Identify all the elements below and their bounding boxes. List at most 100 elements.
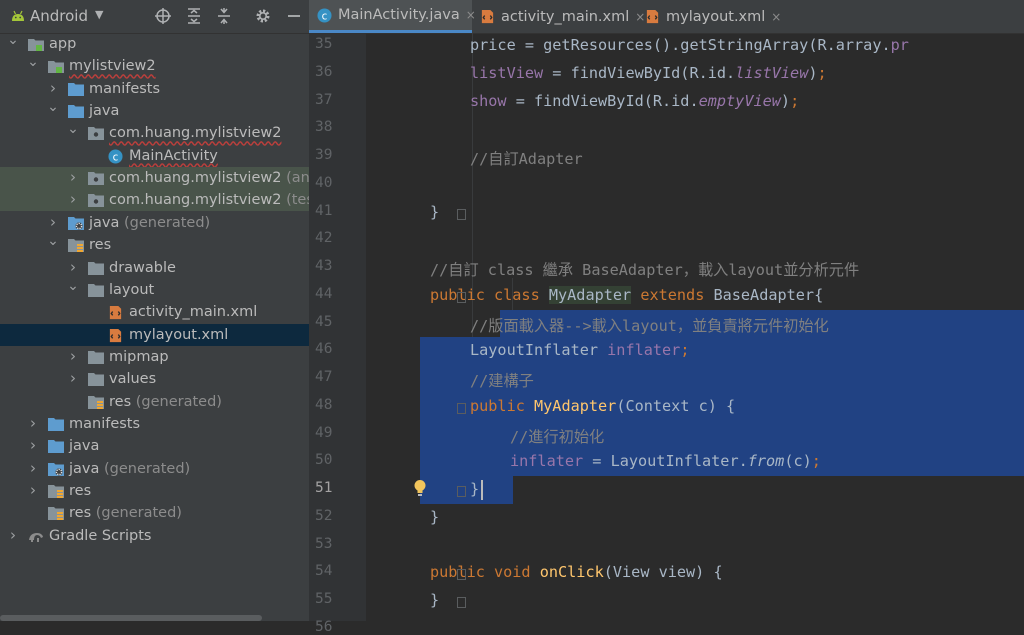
svg-text:c: c [113,151,119,163]
tree-item[interactable]: › values [0,368,309,390]
folder-icon [48,439,64,454]
chevron-right-icon[interactable]: › [28,459,38,477]
chevron-down-icon[interactable]: ▼ [95,8,103,21]
line-number: 48 [315,396,333,413]
close-icon[interactable]: × [771,10,781,24]
tab-mainactivity-java[interactable]: c MainActivity.java × [309,0,476,33]
view-mode-selector[interactable]: Android [30,7,88,25]
code-line[interactable]: } [430,203,439,221]
chevron-right-icon[interactable]: › [68,258,78,276]
code-line[interactable]: //版面載入器-->載入layout，並負責將元件初始化 [470,314,829,336]
dark-folder-icon [88,350,104,364]
tree-item[interactable]: res (generated) [0,391,309,413]
code-line[interactable]: show = findViewById(R.id.emptyView); [470,92,799,110]
class-file-icon: c [317,7,332,23]
line-number: 51 [315,480,333,496]
code-line[interactable]: } [430,591,439,609]
gen-folder-icon [48,462,64,476]
code-line[interactable]: //進行初始化 [510,425,604,447]
chevron-down-icon[interactable]: ⌄ [67,278,79,294]
chevron-down-icon[interactable]: ⌄ [47,233,59,249]
chevron-right-icon[interactable]: › [68,190,78,208]
fold-marker-icon[interactable] [457,291,466,303]
collapse-all-icon[interactable] [216,8,232,24]
chevron-down-icon[interactable]: ⌄ [67,121,79,137]
chevron-right-icon[interactable]: › [68,369,78,387]
chevron-right-icon[interactable]: › [28,481,38,499]
code-line[interactable]: price = getResources().getStringArray(R.… [470,36,909,54]
settings-gear-icon[interactable] [255,8,271,24]
line-number: 35 [315,36,333,52]
code-line[interactable]: listView = findViewById(R.id.listView); [470,64,827,82]
folder-icon [68,82,84,96]
chevron-right-icon[interactable]: › [48,213,58,231]
locate-icon[interactable] [155,8,171,24]
chevron-right-icon[interactable]: › [28,414,38,432]
tree-item[interactable]: › mipmap [0,346,309,368]
chevron-down-icon[interactable]: ⌄ [27,54,39,70]
tree-item[interactable]: ⌄ java [0,99,309,122]
line-number: 45 [315,313,333,330]
chevron-right-icon[interactable]: › [68,168,78,186]
chevron-right-icon[interactable]: › [8,526,18,544]
code-line[interactable]: inflater = LayoutInflater.from(c); [510,452,821,470]
tree-item[interactable]: ⌄ com.huang.mylistview2 [0,121,309,144]
tree-item[interactable]: › manifests [0,78,309,100]
fold-marker-icon[interactable] [457,569,466,581]
chevron-down-icon[interactable]: ⌄ [7,32,19,48]
tree-item[interactable]: c MainActivity [0,145,309,167]
code-line[interactable]: //自訂 class 繼承 BaseAdapter，載入layout並分析元件 [430,258,859,280]
tree-item[interactable]: activity_main.xml [0,301,309,323]
tree-item[interactable]: ⌄ layout [0,278,309,301]
code-line[interactable]: LayoutInflater inflater; [470,341,689,359]
line-number: 52 [315,507,333,524]
line-number: 55 [315,591,333,607]
tree-item[interactable]: ⌄ res [0,233,309,256]
code-line[interactable]: //自訂Adapter [470,147,583,169]
code-editor: c MainActivity.java × activity_main.xml × myl… [309,0,1024,635]
tab-activity_main-xml[interactable]: activity_main.xml × [472,0,645,33]
chevron-right-icon[interactable]: › [48,79,58,97]
tab-mylayout-xml[interactable]: mylayout.xml × [637,0,789,33]
lightbulb-icon[interactable] [413,479,427,501]
fold-marker-icon[interactable] [457,597,466,608]
tree-item[interactable]: res (generated) [0,502,309,524]
tree-item-label: res [89,237,112,254]
chevron-down-icon[interactable]: ⌄ [47,99,59,115]
chevron-right-icon[interactable]: › [28,436,38,454]
tree-item[interactable]: ⌄ mylistview2 [0,54,309,77]
code-line[interactable]: public class MyAdapter extends BaseAdapt… [430,285,823,304]
tree-item[interactable]: mylayout.xml [0,323,309,346]
code-line[interactable]: public void onClick(View view) { [430,563,723,581]
tree-item[interactable]: › java (generated) [0,212,309,234]
expand-all-icon[interactable] [186,8,202,24]
line-number: 37 [315,91,333,108]
tree-item[interactable]: › res [0,480,309,502]
code-line[interactable]: public MyAdapter(Context c) { [470,397,735,415]
horizontal-scrollbar[interactable] [0,615,262,621]
fold-marker-icon[interactable] [457,402,466,414]
tree-item-label: java (generated) [69,460,191,477]
class-icon: c [108,149,124,164]
tree-item[interactable]: › com.huang.mylistview2 (test) [0,189,309,212]
fold-marker-icon[interactable] [457,208,466,220]
tree-item[interactable]: › Gradle Scripts [0,525,309,547]
tree-item[interactable]: › com.huang.mylistview2 (andro [0,167,309,190]
tree-item[interactable]: ⌄ app [0,32,309,55]
tree-item[interactable]: › java (generated) [0,458,309,480]
module-icon [48,59,64,74]
code-line[interactable]: } [470,480,479,498]
code-area[interactable]: price = getResources().getStringArray(R.… [366,33,1024,621]
code-line[interactable]: } [430,508,439,526]
tree-item-label: drawable [109,259,176,276]
code-line[interactable]: //建構子 [470,369,534,391]
tree-item[interactable]: › java [0,435,309,457]
dark-folder-icon [88,261,104,275]
fold-marker-icon[interactable] [457,486,466,497]
hide-icon[interactable] [286,8,302,24]
tree-item[interactable]: › drawable [0,257,309,279]
line-number-gutter: 35 36 37 38 39 40 41 42 43 44 45 46 47 48 49 50 51 52 53 54… [309,33,366,635]
chevron-right-icon[interactable]: › [68,347,78,365]
tree-item[interactable]: › manifests [0,413,309,435]
tree-item-label: mipmap [109,348,169,365]
